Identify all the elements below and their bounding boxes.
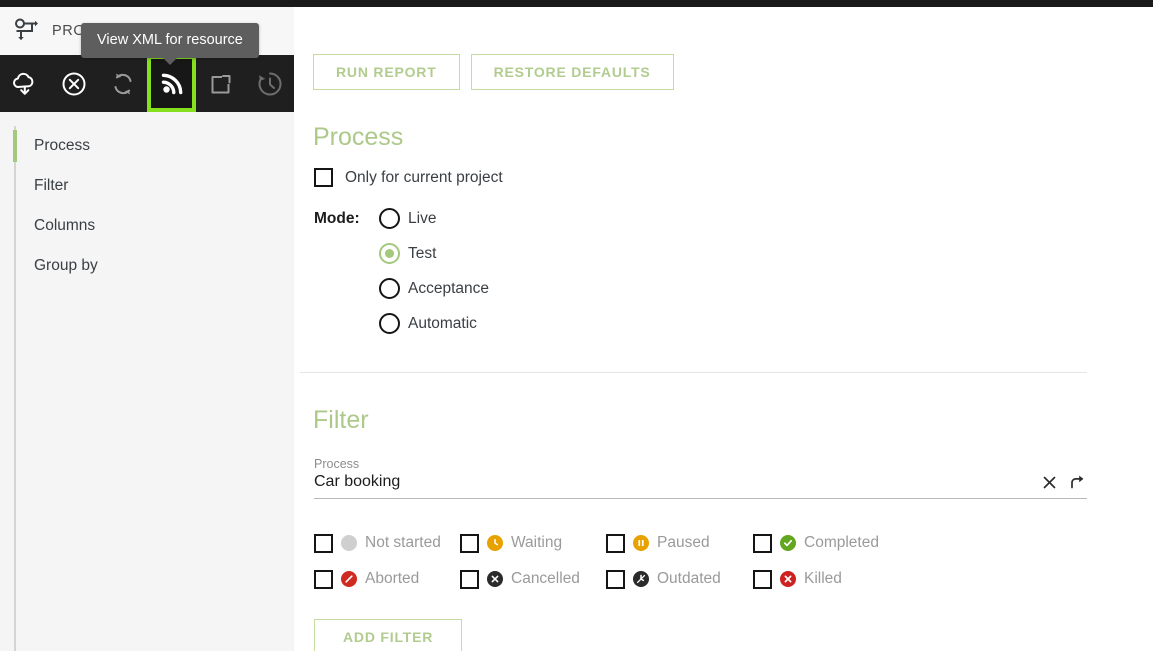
slash-circle-icon (341, 571, 357, 587)
status-completed[interactable]: Completed (753, 529, 913, 557)
arrow-curve-right-icon[interactable] (1067, 472, 1087, 492)
mode-option-automatic[interactable]: Automatic (294, 306, 1153, 341)
only-current-project-checkbox[interactable] (314, 168, 333, 187)
status-label: Not started (365, 533, 441, 551)
status-filter-grid: Not started Waiting Paused Completed Abo… (314, 529, 1153, 593)
status-killed[interactable]: Killed (753, 565, 913, 593)
top-black-bar (0, 0, 1153, 7)
status-checkbox[interactable] (314, 569, 333, 589)
cancel-x-icon (487, 571, 503, 587)
status-checkbox[interactable] (314, 533, 333, 553)
mode-option-label: Live (408, 209, 437, 227)
action-button-row: RUN REPORT RESTORE DEFAULTS (294, 7, 1153, 90)
sidebar-item-label: Filter (34, 177, 69, 194)
mode-option-test[interactable]: Test (294, 236, 1153, 271)
mode-option-acceptance[interactable]: Acceptance (294, 271, 1153, 306)
section-divider (300, 372, 1087, 373)
status-waiting[interactable]: Waiting (460, 529, 606, 557)
process-field-value[interactable]: Car booking (314, 473, 1087, 491)
filter-section-title: Filter (313, 406, 369, 434)
killed-x-icon (780, 571, 796, 587)
radio-test[interactable] (379, 243, 400, 264)
sidebar-item-label: Group by (34, 257, 98, 274)
outdated-clock-icon (633, 571, 649, 587)
process-field-icons (1039, 472, 1087, 492)
icon-toolbar (0, 55, 294, 112)
open-external-icon[interactable] (196, 55, 245, 112)
sidebar-item-label: Process (34, 137, 90, 154)
circle-gray-icon (341, 535, 357, 551)
sidebar-item-process[interactable]: Process (0, 126, 294, 166)
active-indicator (13, 130, 17, 162)
process-filter-field: Process Car booking (314, 457, 1087, 499)
restore-defaults-button[interactable]: RESTORE DEFAULTS (470, 54, 674, 90)
sidebar-item-group-by[interactable]: Group by (0, 246, 294, 286)
radio-live[interactable] (379, 208, 400, 229)
status-not-started[interactable]: Not started (314, 529, 460, 557)
only-current-project-label: Only for current project (345, 168, 503, 186)
clock-icon (487, 535, 503, 551)
mode-label: Mode: (314, 209, 360, 227)
status-checkbox[interactable] (606, 533, 625, 553)
deploy-cloud-icon[interactable] (0, 55, 49, 112)
mode-radio-wrap (372, 208, 408, 229)
mode-option-label: Automatic (408, 314, 477, 332)
status-label: Paused (657, 533, 710, 551)
undeploy-circle-x-icon[interactable] (49, 55, 98, 112)
status-label: Cancelled (511, 569, 580, 587)
sidebar-item-columns[interactable]: Columns (0, 206, 294, 246)
sidebar-item-label: Columns (34, 217, 96, 234)
close-x-icon[interactable] (1039, 472, 1059, 492)
status-checkbox[interactable] (460, 569, 479, 589)
run-report-button[interactable]: RUN REPORT (313, 54, 460, 90)
mode-option-label: Acceptance (408, 279, 489, 297)
status-cancelled[interactable]: Cancelled (460, 565, 606, 593)
process-field-label: Process (314, 457, 360, 471)
left-column: PROCESS REPORTS (0, 7, 294, 651)
sidebar-nav: Process Filter Columns Group by (0, 112, 294, 651)
mode-option-label: Test (408, 244, 437, 262)
status-checkbox[interactable] (606, 569, 625, 589)
radio-automatic[interactable] (379, 313, 400, 334)
status-label: Completed (804, 533, 879, 551)
process-flow-icon (10, 15, 42, 47)
process-section-title: Process (313, 123, 404, 151)
mode-radio-wrap (372, 278, 408, 299)
mode-radio-wrap (372, 313, 408, 334)
status-label: Aborted (365, 569, 420, 587)
check-circle-icon (780, 535, 796, 551)
mode-radio-wrap (372, 243, 408, 264)
add-filter-wrap: ADD FILTER (294, 593, 1153, 651)
status-paused[interactable]: Paused (606, 529, 753, 557)
refresh-sync-icon[interactable] (98, 55, 147, 112)
sidebar-item-filter[interactable]: Filter (0, 166, 294, 206)
history-clock-icon[interactable] (245, 55, 294, 112)
main-content: RUN REPORT RESTORE DEFAULTS Process Only… (294, 7, 1153, 651)
add-filter-button[interactable]: ADD FILTER (314, 619, 463, 651)
status-label: Waiting (511, 533, 563, 551)
mode-option-live[interactable]: Mode: Live (294, 201, 1153, 236)
status-checkbox[interactable] (460, 533, 479, 553)
radio-acceptance[interactable] (379, 278, 400, 299)
status-label: Outdated (657, 569, 721, 587)
status-checkbox[interactable] (753, 533, 772, 553)
status-checkbox[interactable] (753, 569, 772, 589)
status-aborted[interactable]: Aborted (314, 565, 460, 593)
pause-icon (633, 535, 649, 551)
status-label: Killed (804, 569, 842, 587)
status-outdated[interactable]: Outdated (606, 565, 753, 593)
tooltip: View XML for resource (81, 23, 259, 65)
only-current-project-row[interactable]: Only for current project (294, 168, 1153, 187)
mode-radio-group: Mode: Live Test Acceptance Automatic (294, 201, 1153, 341)
